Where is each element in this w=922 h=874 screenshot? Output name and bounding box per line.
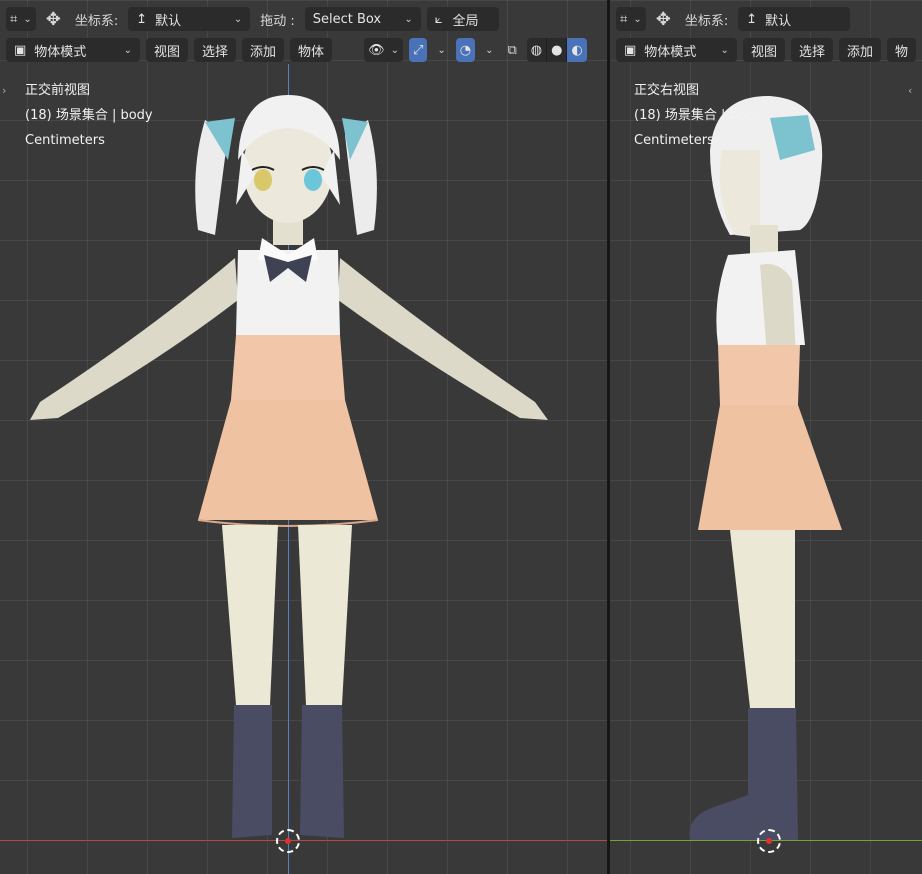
mode-dropdown[interactable]: ▣ 物体模式 ⌄	[6, 38, 140, 62]
units-label: Centimeters	[25, 133, 105, 148]
pivot-dropdown[interactable]: ⟀ 全局	[426, 7, 499, 31]
sidebar-toggle-icon[interactable]: ‹	[908, 84, 920, 100]
chevron-down-icon: ⌄	[233, 13, 243, 25]
transform-icon[interactable]: ⌗ ⌄	[616, 7, 646, 31]
active-collection: (18) 场景集合 | body	[25, 108, 153, 123]
menu-add[interactable]: 添加	[242, 38, 285, 62]
move-gizmo-icon[interactable]: ✥	[652, 9, 675, 30]
drag-label: 拖动 :	[260, 13, 295, 29]
chevron-down-icon: ⌄	[720, 44, 729, 56]
chevron-down-icon: ⌄	[123, 44, 132, 56]
right-viewport[interactable]: ⌗⌄ ✥ 坐标系: ↥ 默认 ▣ 物体模式 ⌄ 视图 选择 添加 物 ‹› ‹ …	[610, 0, 922, 874]
gizmo-icon[interactable]: ⤢	[408, 38, 428, 62]
orientation-dropdown[interactable]: ↥ 默认 ⌄	[128, 7, 251, 31]
active-collection: (18) 场景集合 | body	[634, 108, 762, 123]
header-menu-bar: ▣ 物体模式 ⌄ 视图 选择 添加 物体 👁 ⌄ ⤢ ⌄ ◔ ⌄ ⧉ ◍ ● ◐	[0, 35, 607, 65]
3d-cursor-icon[interactable]	[757, 829, 781, 853]
header-toolbar: ⌗ ⌄ ✥ 坐标系: ↥ 默认 ⌄ 拖动 : Select Box ⌄ ⟀ 全局	[0, 4, 607, 34]
sidebar-toggle-icon[interactable]: ›	[2, 84, 14, 100]
chevron-down-icon: ⌄	[404, 13, 413, 25]
wireframe-shading-icon[interactable]: ◍	[526, 38, 548, 62]
view-name: 正交右视图	[634, 83, 700, 98]
drag-dropdown[interactable]: Select Box ⌄	[304, 7, 421, 31]
front-viewport[interactable]: ⌗ ⌄ ✥ 坐标系: ↥ 默认 ⌄ 拖动 : Select Box ⌄ ⟀ 全局 …	[0, 0, 607, 874]
material-shading-icon[interactable]: ◐	[567, 38, 587, 62]
orientation-dropdown[interactable]: ↥ 默认	[738, 7, 851, 31]
visibility-icon[interactable]: 👁 ⌄	[364, 38, 403, 62]
move-gizmo-icon[interactable]: ✥	[42, 9, 65, 30]
header-menu-bar: ▣ 物体模式 ⌄ 视图 选择 添加 物	[610, 35, 922, 65]
menu-object[interactable]: 物体	[290, 38, 333, 62]
menu-view[interactable]: 视图	[146, 38, 189, 62]
shading-mode-group: ◍ ● ◐	[526, 38, 587, 62]
viewport-info-overlay: 正交右视图 (18) 场景集合 | body Centimeters	[634, 78, 762, 153]
view-name: 正交前视图	[25, 83, 91, 98]
overlay-icon[interactable]: ◔	[455, 38, 476, 62]
viewport-info-overlay: 正交前视图 (18) 场景集合 | body Centimeters	[25, 78, 153, 153]
pivot-icon: ⟀	[434, 11, 443, 27]
chevron-down-icon[interactable]: ⌄	[433, 45, 449, 56]
menu-view[interactable]: 视图	[742, 38, 785, 62]
menu-object[interactable]: 物	[886, 38, 916, 62]
orientation-label: 坐标系:	[74, 13, 119, 29]
chevron-down-icon[interactable]: ⌄	[481, 45, 497, 56]
orientation-label: 坐标系:	[684, 13, 729, 29]
object-mode-icon: ▣	[624, 42, 637, 58]
xray-icon[interactable]: ⧉	[504, 43, 521, 58]
3d-cursor-icon[interactable]	[276, 829, 300, 853]
object-mode-icon: ▣	[14, 42, 27, 58]
solid-shading-icon[interactable]: ●	[547, 38, 568, 62]
transform-icon[interactable]: ⌗ ⌄	[6, 7, 36, 31]
menu-add[interactable]: 添加	[838, 38, 881, 62]
units-label: Centimeters	[634, 133, 714, 148]
orientation-icon: ↥	[746, 11, 758, 27]
orientation-icon: ↥	[136, 11, 148, 27]
menu-select[interactable]: 选择	[790, 38, 833, 62]
header-toolbar: ⌗ ⌄ ✥ 坐标系: ↥ 默认	[610, 4, 922, 34]
menu-select[interactable]: 选择	[194, 38, 237, 62]
mode-dropdown[interactable]: ▣ 物体模式 ⌄	[616, 38, 737, 62]
